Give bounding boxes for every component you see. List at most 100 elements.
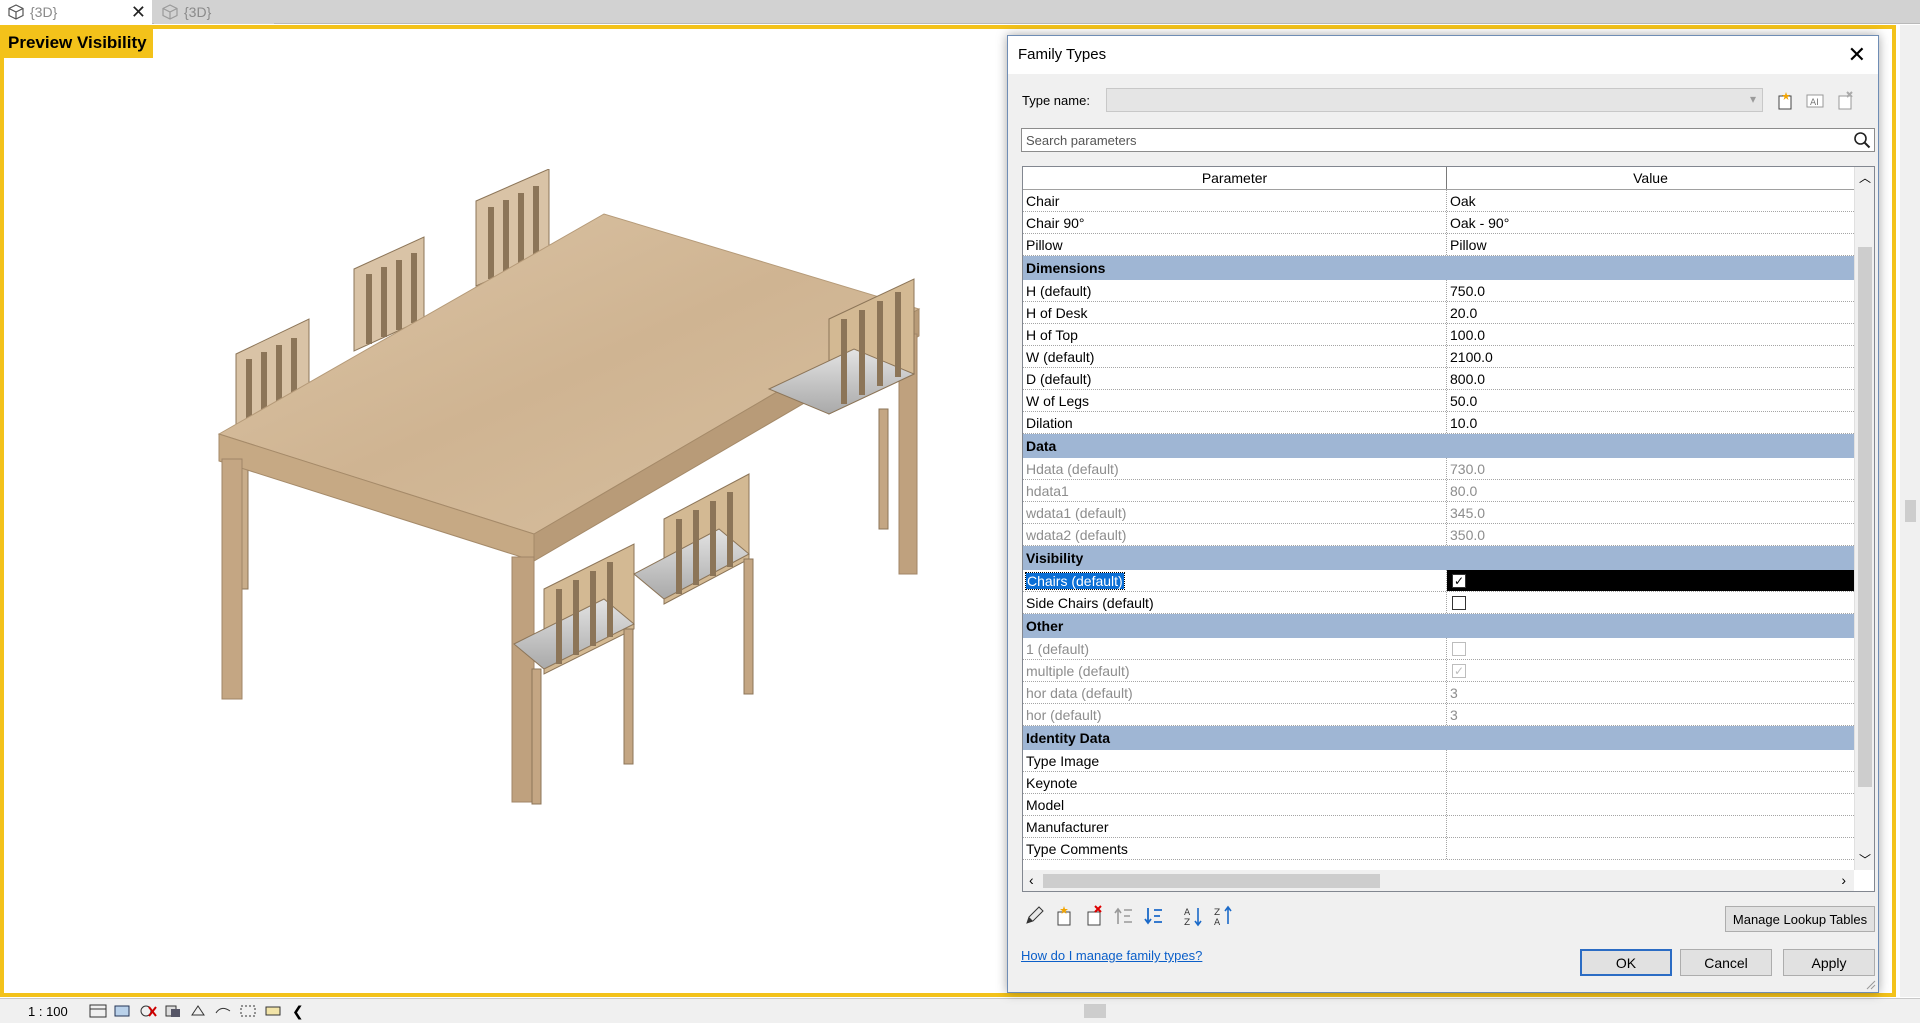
parameter-name-cell[interactable]: W of Legs	[1023, 390, 1447, 411]
column-header-parameter[interactable]: Parameter	[1023, 167, 1447, 189]
parameter-value-cell[interactable]: 100.0	[1447, 324, 1854, 345]
manage-lookup-tables-button[interactable]: Manage Lookup Tables	[1725, 906, 1875, 932]
grid-vertical-scrollbar[interactable]: ︿ ﹀	[1854, 167, 1874, 870]
parameter-checkbox[interactable]	[1452, 595, 1466, 610]
grid-horizontal-scrollbar[interactable]: ‹ ›	[1023, 870, 1854, 891]
view-scale[interactable]: 1 : 100	[28, 1004, 88, 1019]
parameter-row[interactable]: Chair Oak	[1023, 190, 1854, 212]
parameter-name-cell[interactable]: Chair 90°	[1023, 212, 1447, 233]
parameter-row[interactable]: hdata1 80.0	[1023, 480, 1854, 502]
parameter-value-cell[interactable]: ✓	[1447, 570, 1854, 591]
cancel-button[interactable]: Cancel	[1680, 949, 1772, 976]
scrollbar-thumb[interactable]	[1905, 500, 1916, 522]
search-parameters-input[interactable]	[1021, 128, 1875, 152]
parameter-checkbox[interactable]: ✓	[1452, 573, 1466, 588]
parameter-row[interactable]: wdata1 (default) 345.0	[1023, 502, 1854, 524]
chevron-down-icon[interactable]: ﹀	[1859, 851, 1871, 868]
scrollbar-thumb[interactable]	[1858, 247, 1872, 787]
parameter-row[interactable]: Hdata (default) 730.0	[1023, 458, 1854, 480]
new-type-icon[interactable]	[1774, 90, 1796, 112]
parameter-grid[interactable]: Parameter Value Chair Oak Chair 90° Oak - 9…	[1022, 166, 1875, 892]
chevron-left-icon[interactable]: ❮	[292, 1003, 304, 1020]
parameter-row[interactable]: 1 (default)	[1023, 638, 1854, 660]
parameter-row[interactable]: Manufacturer	[1023, 816, 1854, 838]
parameter-name-cell[interactable]: Chair	[1023, 190, 1447, 211]
close-tab-icon[interactable]: ✕	[131, 2, 146, 23]
parameter-row[interactable]: H of Desk 20.0	[1023, 302, 1854, 324]
parameter-row[interactable]: W (default) 2100.0	[1023, 346, 1854, 368]
type-name-select[interactable]: ▾	[1106, 88, 1763, 112]
detail-level-icon[interactable]	[88, 1003, 108, 1019]
help-link[interactable]: How do I manage family types?	[1021, 948, 1202, 963]
parameter-value-cell[interactable]: Oak - 90°	[1447, 212, 1854, 233]
parameter-row[interactable]: Type Image	[1023, 750, 1854, 772]
parameter-name-cell[interactable]: multiple (default)	[1023, 660, 1447, 681]
parameter-row[interactable]: hor (default) 3	[1023, 704, 1854, 726]
parameter-value-cell[interactable]: 800.0	[1447, 368, 1854, 389]
resize-grip-icon[interactable]	[1864, 978, 1876, 990]
rename-type-icon[interactable]: AI	[1804, 90, 1826, 112]
parameter-row[interactable]: multiple (default) ✓	[1023, 660, 1854, 682]
parameter-row[interactable]: Keynote	[1023, 772, 1854, 794]
tab-3d-inactive[interactable]: {3D}	[154, 0, 274, 24]
parameter-row[interactable]: Pillow Pillow	[1023, 234, 1854, 256]
ok-button[interactable]: OK	[1580, 949, 1672, 976]
sort-ascending-icon[interactable]: AZ	[1182, 904, 1206, 928]
chevron-left-icon[interactable]: ‹	[1029, 872, 1034, 888]
parameter-value-cell[interactable]: Pillow	[1447, 234, 1854, 255]
view-vertical-scrollbar[interactable]	[1900, 25, 1920, 997]
parameter-group-header[interactable]: Identity Data	[1023, 726, 1854, 750]
apply-button[interactable]: Apply	[1783, 949, 1875, 976]
new-parameter-icon[interactable]	[1052, 904, 1076, 928]
parameter-row[interactable]: Type Comments	[1023, 838, 1854, 860]
parameter-row[interactable]: hor data (default) 3	[1023, 682, 1854, 704]
parameter-name-cell[interactable]: hor data (default)	[1023, 682, 1447, 703]
shadows-icon[interactable]	[163, 1003, 183, 1019]
parameter-name-cell[interactable]: Side Chairs (default)	[1023, 592, 1447, 613]
dialog-titlebar[interactable]: Family Types ✕	[1008, 36, 1878, 74]
parameter-value-cell[interactable]: 750.0	[1447, 280, 1854, 301]
parameter-row[interactable]: wdata2 (default) 350.0	[1023, 524, 1854, 546]
edit-parameter-icon[interactable]	[1022, 904, 1046, 928]
show-crop-icon[interactable]	[238, 1003, 258, 1019]
parameter-name-cell[interactable]: wdata1 (default)	[1023, 502, 1447, 523]
chevron-up-icon[interactable]: ︿	[1859, 169, 1871, 186]
parameter-row[interactable]: Model	[1023, 794, 1854, 816]
parameter-name-cell[interactable]: W (default)	[1023, 346, 1447, 367]
parameter-name-cell[interactable]: D (default)	[1023, 368, 1447, 389]
move-parameter-up-icon[interactable]	[1112, 904, 1136, 928]
sort-descending-icon[interactable]: ZA	[1212, 904, 1236, 928]
parameter-name-cell[interactable]: Keynote	[1023, 772, 1447, 793]
parameter-row[interactable]: Chairs (default) ✓	[1023, 570, 1854, 592]
parameter-row[interactable]: H (default) 750.0	[1023, 280, 1854, 302]
parameter-value-cell[interactable]: 50.0	[1447, 390, 1854, 411]
parameter-row[interactable]: D (default) 800.0	[1023, 368, 1854, 390]
parameter-name-cell[interactable]: Hdata (default)	[1023, 458, 1447, 479]
parameter-group-header[interactable]: Data	[1023, 434, 1854, 458]
parameter-value-cell[interactable]: Oak	[1447, 190, 1854, 211]
parameter-row[interactable]: W of Legs 50.0	[1023, 390, 1854, 412]
parameter-row[interactable]: Chair 90° Oak - 90°	[1023, 212, 1854, 234]
render-icon[interactable]	[188, 1003, 208, 1019]
delete-parameter-icon[interactable]	[1082, 904, 1106, 928]
move-parameter-down-icon[interactable]	[1142, 904, 1166, 928]
parameter-name-cell[interactable]: H of Desk	[1023, 302, 1447, 323]
parameter-name-cell[interactable]: Type Image	[1023, 750, 1447, 771]
parameter-name-cell[interactable]: hor (default)	[1023, 704, 1447, 725]
parameter-name-cell[interactable]: H (default)	[1023, 280, 1447, 301]
delete-type-icon[interactable]	[1834, 90, 1856, 112]
parameter-row[interactable]: Dilation 10.0	[1023, 412, 1854, 434]
tab-3d-active[interactable]: {3D} ✕	[0, 0, 152, 24]
sun-path-icon[interactable]	[138, 1003, 158, 1019]
parameter-group-header[interactable]: Other	[1023, 614, 1854, 638]
parameter-value-cell[interactable]: 2100.0	[1447, 346, 1854, 367]
chevron-right-icon[interactable]: ›	[1841, 872, 1846, 888]
parameter-group-header[interactable]: Dimensions	[1023, 256, 1854, 280]
scrollbar-thumb[interactable]	[1043, 874, 1380, 888]
parameter-name-cell[interactable]: hdata1	[1023, 480, 1447, 501]
parameter-name-cell[interactable]: 1 (default)	[1023, 638, 1447, 659]
parameter-value-cell[interactable]: 10.0	[1447, 412, 1854, 433]
visual-style-icon[interactable]	[113, 1003, 133, 1019]
parameter-name-cell[interactable]: wdata2 (default)	[1023, 524, 1447, 545]
temporary-hide-icon[interactable]	[263, 1003, 283, 1019]
